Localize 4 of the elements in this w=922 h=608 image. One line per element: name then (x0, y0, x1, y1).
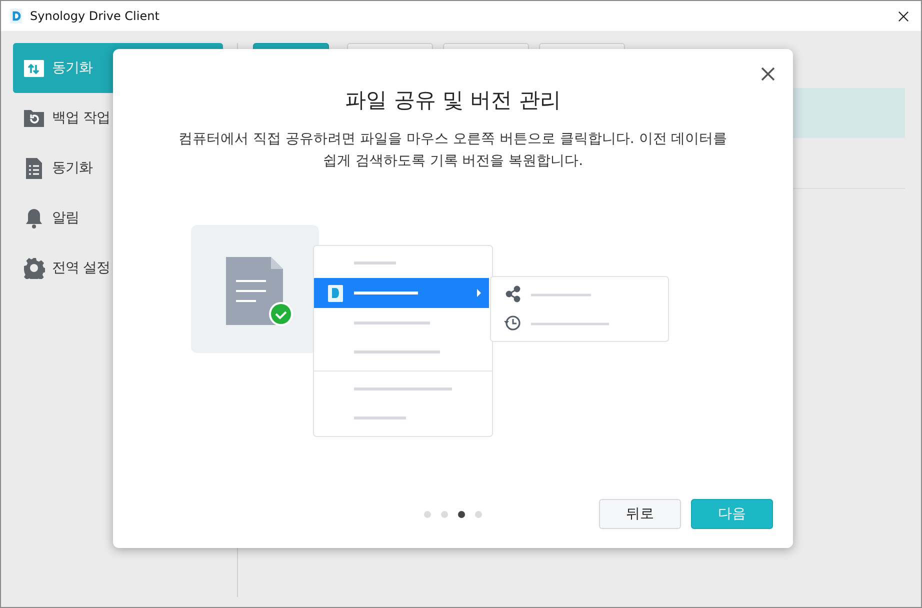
window-title: Synology Drive Client (30, 9, 160, 23)
description-text: 컴퓨터에서 직접 공유하려면 파일을 마우스 오른쪽 버튼으로 클릭합니다. 이전 데이터를 (178, 130, 728, 149)
dialog-title: 파일 공유 및 버전 관리 (345, 87, 561, 114)
description-text: 쉽게 검색하도록 기록 버전을 복원합니다. (322, 152, 584, 171)
